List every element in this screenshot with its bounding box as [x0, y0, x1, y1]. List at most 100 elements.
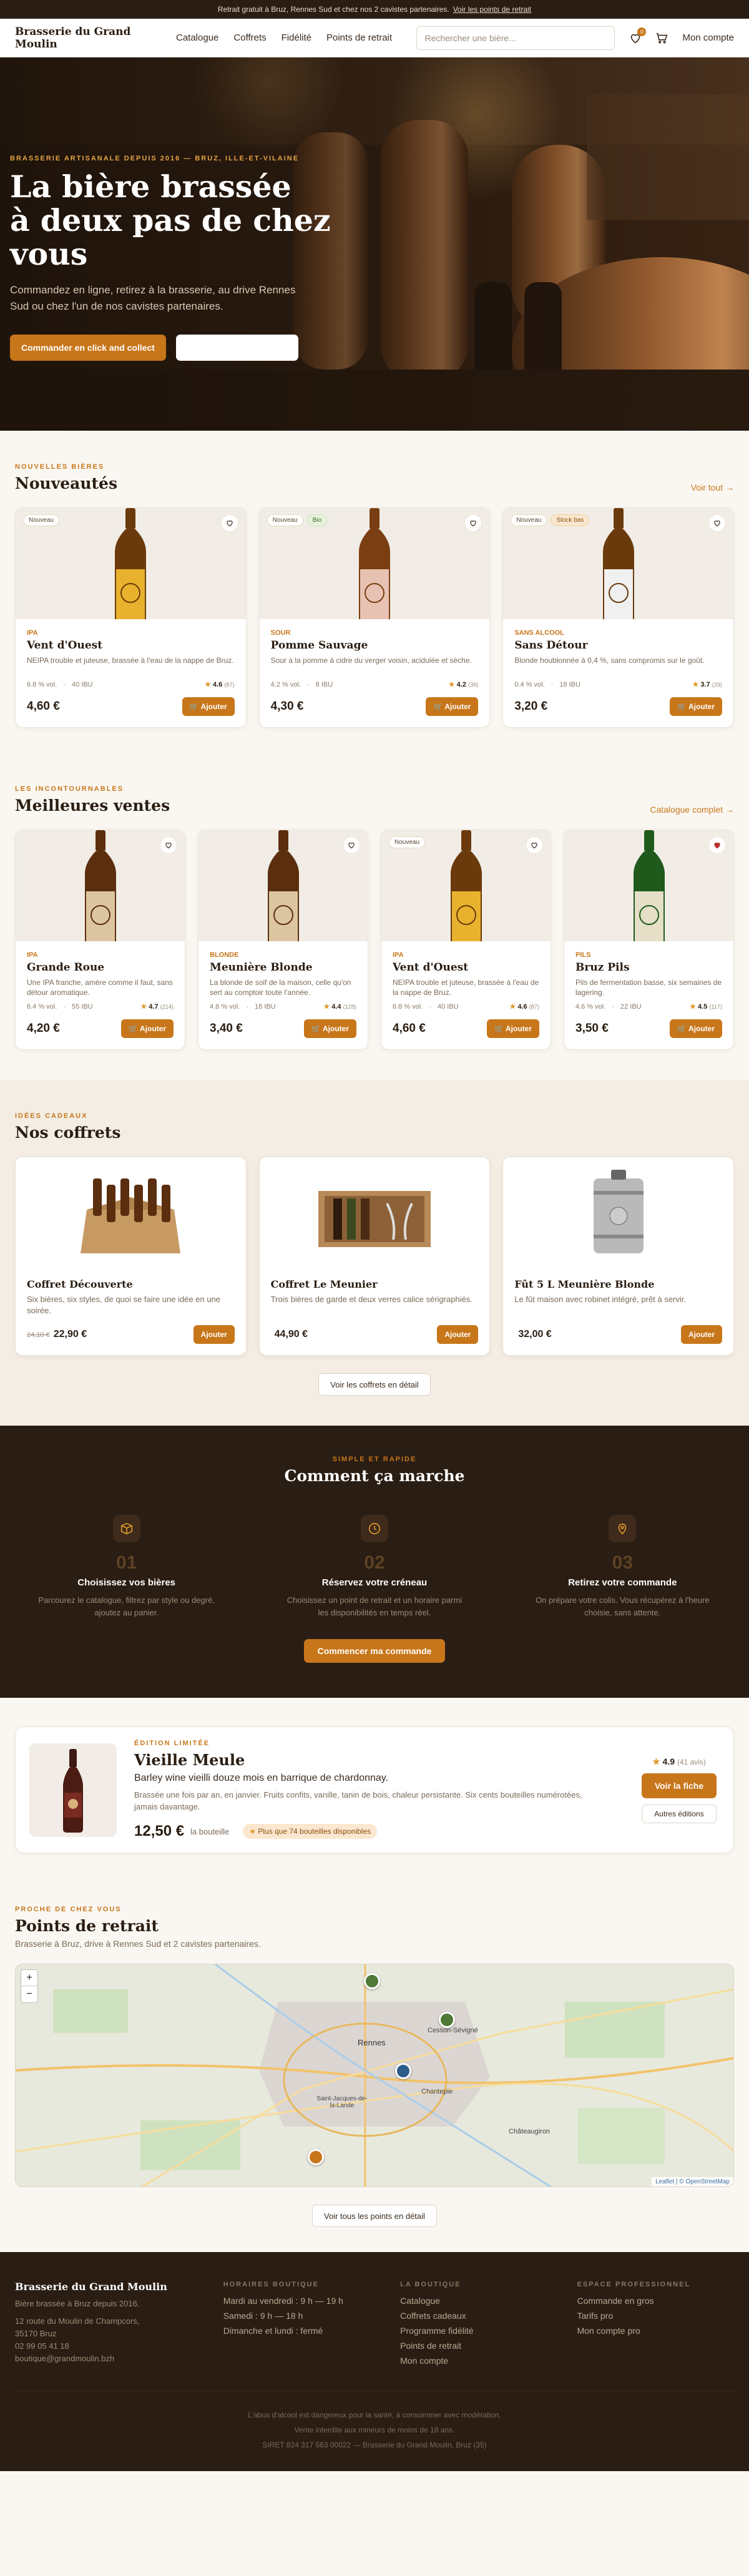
product-name[interactable]: Vent d'Ouest [27, 639, 235, 652]
favorite-button[interactable] [343, 836, 360, 854]
zoom-in-button[interactable]: + [21, 1970, 37, 1986]
full-catalogue-link[interactable]: Catalogue complet → [650, 805, 734, 815]
hero-text: Commandez en ligne, retirez à la brasser… [10, 284, 296, 312]
nav-catalogue[interactable]: Catalogue [176, 32, 218, 43]
search-input[interactable]: Rechercher une bière... [416, 26, 615, 50]
add-to-cart-button[interactable]: 🛒 Ajouter [670, 1019, 722, 1038]
gift-box-card[interactable]: Fût 5 L Meunière Blonde Le fût maison ave… [502, 1157, 734, 1356]
see-all-link[interactable]: Voir tout → [691, 482, 734, 492]
add-to-cart-button[interactable]: 🛒 Ajouter [426, 697, 479, 716]
zoom-out-button[interactable]: − [21, 1986, 37, 2002]
gift-box-name[interactable]: Fût 5 L Meunière Blonde [514, 1278, 722, 1290]
click-and-collect-button[interactable]: Commander en click and collect [10, 335, 166, 361]
nav-points-retrait[interactable]: Points de retrait [326, 32, 392, 43]
footer-link[interactable]: Mon compte [400, 2353, 557, 2368]
footer-link[interactable]: Catalogue [400, 2293, 557, 2308]
product-card[interactable]: Blonde Meunière Blonde La blonde de soif d… [198, 830, 368, 1050]
promo-link[interactable]: Voir les points de retrait [453, 5, 531, 14]
product-rating: ★ 4.6 (87) [205, 681, 235, 688]
add-to-cart-button[interactable]: Ajouter [193, 1325, 235, 1344]
cart-icon: 🛒 [677, 702, 687, 711]
cart-button[interactable] [655, 31, 668, 45]
product-name[interactable]: Vent d'Ouest [393, 961, 539, 974]
add-to-cart-button[interactable]: Ajouter [680, 1325, 722, 1344]
product-style: IPA [27, 629, 38, 637]
secondary-hero-button[interactable] [175, 335, 298, 361]
gift-box-card[interactable]: Coffret Le Meunier Trois bières de garde … [258, 1157, 491, 1356]
gift-box-card[interactable]: Coffret Découverte Six bières, six styles… [15, 1157, 247, 1356]
map-marker-drive[interactable] [395, 2063, 411, 2079]
account-link[interactable]: Mon compte [682, 32, 734, 43]
footer-link[interactable]: Programme fidélité [400, 2323, 557, 2338]
favorite-button[interactable] [526, 836, 543, 854]
star-icon: ★ [690, 1003, 696, 1011]
add-to-cart-button[interactable]: 🛒 Ajouter [304, 1019, 356, 1038]
bottle-icon [602, 508, 634, 619]
product-style: Sans alcool [514, 629, 564, 637]
product-card[interactable]: IPA Grande Roue Une IPA franche, amère com… [15, 830, 185, 1050]
footer-hours: Samedi : 9 h — 18 h [223, 2311, 303, 2321]
footer-email[interactable]: boutique@grandmoulin.bzh [15, 2353, 203, 2365]
footer-phone[interactable]: 02 99 05 41 18 [15, 2340, 203, 2353]
favorite-button[interactable] [160, 836, 177, 854]
map-attribution[interactable]: Leaflet | © OpenStreetMap [652, 2177, 733, 2187]
map-marker-brewery[interactable] [308, 2149, 324, 2165]
footer-address-line: 35170 Bruz [15, 2329, 57, 2338]
nav-fidelite[interactable]: Fidélité [281, 32, 311, 43]
footer-link[interactable]: Points de retrait [400, 2338, 557, 2353]
favorite-button[interactable] [708, 514, 726, 532]
step-number: 02 [364, 1552, 385, 1573]
product-image: Nouveau [16, 508, 246, 619]
see-gift-boxes-button[interactable]: Voir les coffrets en détail [318, 1373, 431, 1396]
add-to-cart-button[interactable]: 🛒 Ajouter [670, 697, 722, 716]
product-card[interactable]: Nouveau Stock bas Sans alcool Sans Détour Bl… [502, 507, 734, 728]
add-to-cart-button[interactable]: 🛒 Ajouter [182, 697, 235, 716]
see-all-points-button[interactable]: Voir tous les points en détail [312, 2205, 437, 2227]
featured-subtitle: Barley wine vieilli douze mois en barriq… [134, 1773, 389, 1783]
product-card[interactable]: Pils Bruz Pils Pils de fermentation basse,… [564, 830, 734, 1050]
other-editions-button[interactable]: Autres éditions [642, 1805, 717, 1823]
product-name[interactable]: Grande Roue [27, 961, 174, 974]
footer-link[interactable]: Coffrets cadeaux [400, 2308, 557, 2323]
product-name[interactable]: Pomme Sauvage [271, 639, 479, 652]
bottle-icon [84, 830, 116, 941]
map-marker-partner-1[interactable] [364, 1973, 380, 1989]
product-name[interactable]: Meunière Blonde [210, 961, 356, 974]
pickup-map[interactable]: + − Rennes Chantepie Cesson-Sévigné Chât… [15, 1964, 734, 2187]
gift-box-name[interactable]: Coffret Découverte [27, 1278, 235, 1290]
see-product-button[interactable]: Voir la fiche [642, 1773, 717, 1798]
product-card[interactable]: Nouveau IPA Vent d'Ouest NEIPA trouble et j… [15, 507, 247, 728]
heart-icon [531, 843, 537, 849]
map-marker-partner-2[interactable] [439, 2012, 455, 2028]
favorite-button[interactable] [220, 514, 238, 532]
pickup-points-section: Proche de chez vous Points de retrait Br… [0, 1881, 749, 2252]
footer-heading: Horaires boutique [223, 2281, 319, 2288]
gift-box-desc: Le fût maison avec robinet intégré, prêt… [514, 1295, 686, 1304]
footer-link[interactable]: Commande en gros [577, 2293, 734, 2308]
product-name[interactable]: Bruz Pils [575, 961, 722, 974]
nav-coffrets[interactable]: Coffrets [233, 32, 266, 43]
favorite-button[interactable] [464, 514, 482, 532]
footer-address-line: 12 route du Moulin de Champcors, [15, 2316, 140, 2326]
footer-link[interactable]: Mon compte pro [577, 2323, 734, 2338]
product-price: 3,50 € [575, 1022, 609, 1035]
product-card[interactable]: Nouveau Bio Sour Pomme Sauvage Sour à la pom… [258, 507, 491, 728]
footer-link[interactable]: Tarifs pro [577, 2308, 734, 2323]
cart-icon: 🛒 [129, 1024, 139, 1033]
product-price: 4,30 € [270, 700, 304, 713]
add-to-cart-button[interactable]: Ajouter [437, 1325, 479, 1344]
favorite-button[interactable] [708, 836, 726, 854]
add-to-cart-button[interactable]: 🛒 Ajouter [121, 1019, 174, 1038]
gift-box-name[interactable]: Coffret Le Meunier [271, 1278, 479, 1290]
product-card[interactable]: Nouveau IPA Vent d'Ouest NEIPA trouble et j… [381, 830, 551, 1050]
section-kicker: Idées cadeaux [15, 1112, 88, 1120]
start-order-button[interactable]: Commencer ma commande [303, 1639, 446, 1663]
product-desc: Pils de fermentation basse, six semaines… [575, 978, 722, 997]
favorites-button[interactable]: 0 [629, 27, 647, 45]
step-title: Choisissez vos bières [77, 1577, 176, 1588]
promo-bar: Retrait gratuit à Bruz, Rennes Sud et ch… [0, 0, 749, 19]
legal-notice: L'abus d'alcool est dangereux pour la sa… [15, 2391, 734, 2452]
product-name[interactable]: Sans Détour [514, 639, 722, 652]
logo[interactable]: Brasserie du Grand Moulin [15, 26, 176, 51]
add-to-cart-button[interactable]: 🛒 Ajouter [487, 1019, 539, 1038]
